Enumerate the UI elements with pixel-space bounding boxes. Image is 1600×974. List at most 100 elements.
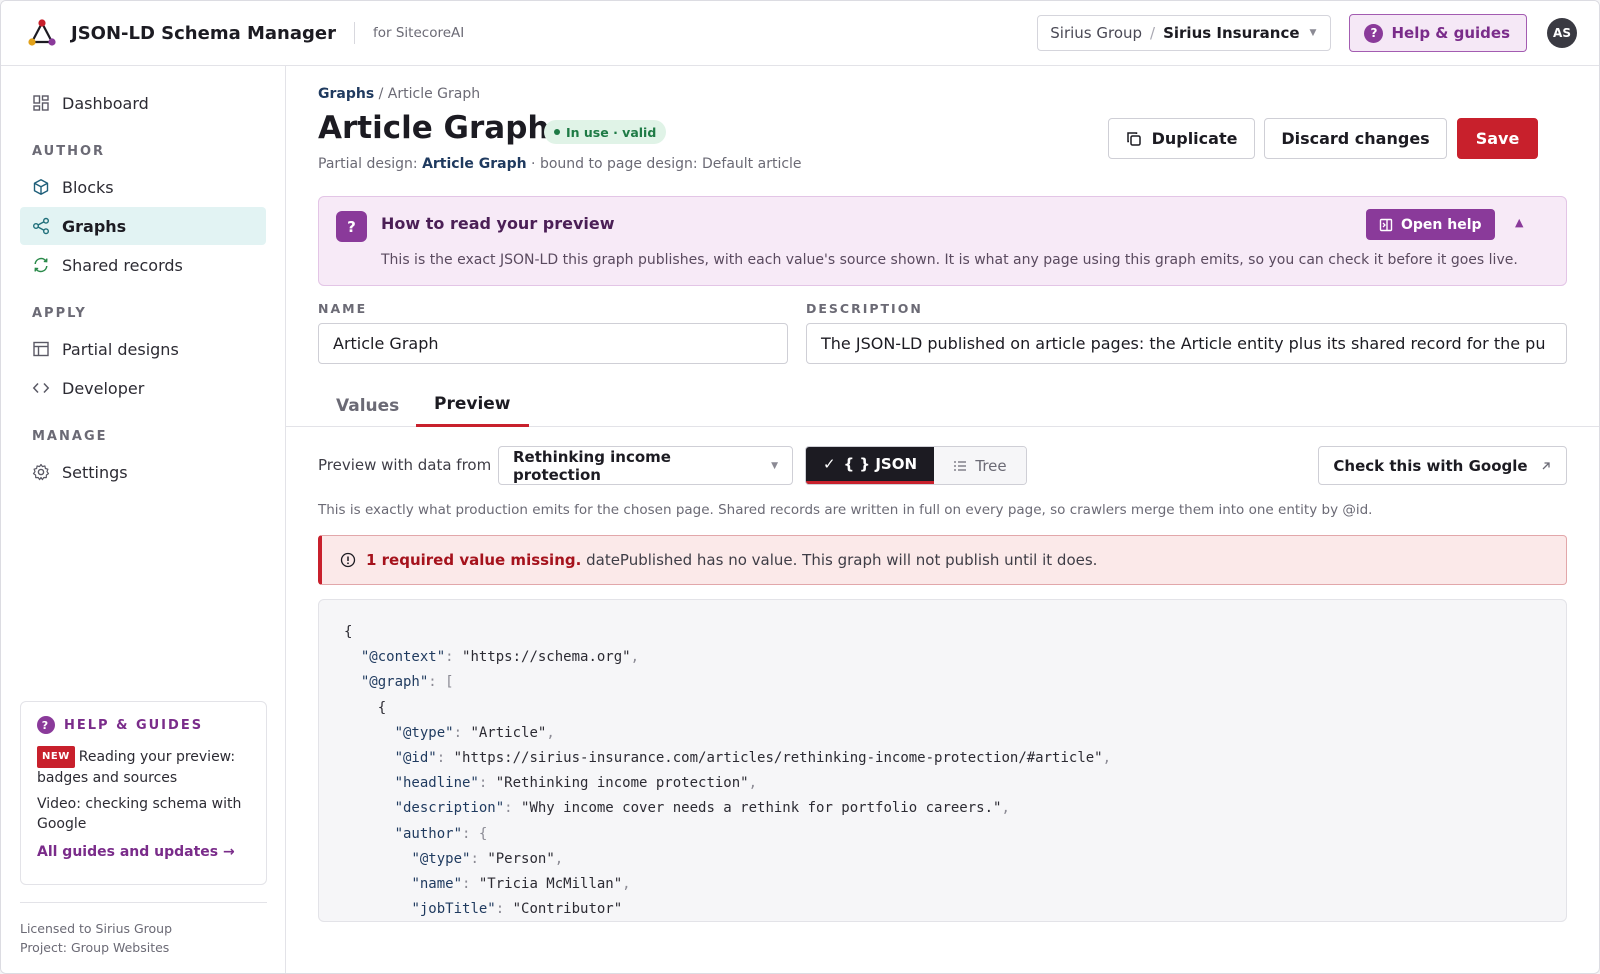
preview-page-select[interactable]: Rethinking income protection ▼ bbox=[498, 446, 793, 485]
breadcrumb-separator: / bbox=[374, 86, 388, 102]
code-line: "author": { bbox=[394, 825, 488, 842]
sidebar-item-label: Graphs bbox=[62, 216, 127, 236]
code-line: "headline": "Rethinking income protectio… bbox=[394, 775, 758, 792]
top-bar: JSON-LD Schema Manager for SitecoreAI Si… bbox=[1, 1, 1599, 66]
project-text: Project: Group Websites bbox=[20, 940, 170, 955]
tab-bar: Values Preview bbox=[286, 384, 1599, 427]
json-code-preview[interactable]: { "@context": "https://schema.org", "@gr… bbox=[318, 599, 1567, 922]
question-icon: ? bbox=[1364, 23, 1384, 43]
license-text: Licensed to Sirius Group bbox=[20, 921, 173, 936]
page-title: Article Graph bbox=[318, 110, 550, 146]
site-name: Sirius Insurance bbox=[1163, 24, 1300, 42]
check-icon: ✓ bbox=[822, 455, 836, 473]
code-line: "@type": "Article", bbox=[394, 724, 555, 741]
code-line: { bbox=[344, 624, 353, 640]
preview-note: This is exactly what production emits fo… bbox=[318, 502, 1373, 518]
discard-changes-button[interactable]: Discard changes bbox=[1264, 118, 1447, 159]
cube-icon bbox=[33, 179, 49, 195]
partial-design-link[interactable]: Article Graph bbox=[422, 156, 527, 172]
status-text: In use · valid bbox=[566, 124, 657, 140]
guides-heading: ? HELP & GUIDES bbox=[37, 716, 250, 734]
sidebar-item-label: Dashboard bbox=[62, 93, 149, 113]
sidebar: Dashboard AUTHOR Blocks Graphs Shared re… bbox=[1, 66, 286, 973]
banner-title: How to read your preview bbox=[381, 214, 615, 233]
guide-item-preview[interactable]: NEW Reading your preview: badges and sour… bbox=[37, 746, 250, 788]
open-help-button[interactable]: Open help bbox=[1366, 209, 1495, 240]
layout-icon bbox=[33, 341, 49, 357]
status-dot-icon bbox=[554, 129, 560, 135]
sidebar-item-blocks[interactable]: Blocks bbox=[20, 168, 266, 206]
code-line: "jobTitle": "Contributor" bbox=[411, 901, 623, 918]
section-author: AUTHOR bbox=[32, 144, 106, 159]
name-field[interactable]: Article Graph bbox=[318, 323, 788, 364]
description-field[interactable]: The JSON-LD published on article pages: … bbox=[806, 323, 1567, 364]
sidebar-item-settings[interactable]: Settings bbox=[20, 453, 266, 491]
breadcrumb-graphs[interactable]: Graphs bbox=[318, 86, 374, 102]
copy-icon bbox=[1126, 131, 1141, 146]
banner-body: This is the exact JSON-LD this graph pub… bbox=[381, 252, 1518, 268]
product-label: for SitecoreAI bbox=[373, 25, 465, 41]
guides-title: HELP & GUIDES bbox=[64, 717, 204, 733]
view-toggle: ✓ { } JSON Tree bbox=[805, 446, 1027, 485]
list-icon bbox=[954, 460, 967, 471]
tab-preview[interactable]: Preview bbox=[416, 384, 529, 427]
duplicate-button[interactable]: Duplicate bbox=[1108, 118, 1255, 159]
app-window: JSON-LD Schema Manager for SitecoreAI Si… bbox=[0, 0, 1600, 974]
missing-value-alert: 1 required value missing. datePublished … bbox=[318, 535, 1567, 585]
code-line: "name": "Tricia McMillan", bbox=[411, 875, 631, 892]
sidebar-footer: Licensed to Sirius Group Project: Group … bbox=[20, 902, 267, 957]
question-icon: ? bbox=[336, 211, 367, 242]
sync-icon bbox=[34, 257, 48, 273]
share-graph-icon bbox=[33, 217, 49, 235]
app-logo-icon bbox=[28, 19, 56, 46]
sidebar-item-partial-designs[interactable]: Partial designs bbox=[20, 330, 266, 368]
json-view-button[interactable]: ✓ { } JSON bbox=[806, 447, 934, 484]
question-icon: ? bbox=[37, 716, 55, 734]
code-line: "description": "Why income cover needs a… bbox=[394, 800, 1010, 817]
breadcrumb-current: Article Graph bbox=[387, 86, 481, 102]
tree-view-label: Tree bbox=[975, 456, 1007, 475]
all-guides-link[interactable]: All guides and updates → bbox=[37, 844, 250, 860]
section-manage: MANAGE bbox=[32, 429, 108, 444]
user-avatar[interactable]: AS bbox=[1547, 18, 1577, 48]
sidebar-item-label: Partial designs bbox=[62, 339, 179, 359]
alert-title: 1 required value missing. bbox=[366, 551, 582, 569]
site-group: Sirius Group bbox=[1050, 24, 1143, 42]
code-line: "@id": "https://sirius-insurance.com/art… bbox=[394, 749, 1112, 766]
code-line: { bbox=[344, 699, 387, 716]
sidebar-item-label: Developer bbox=[62, 378, 145, 398]
help-guides-label: Help & guides bbox=[1391, 24, 1510, 42]
chevron-down-icon: ▼ bbox=[771, 460, 778, 471]
help-guides-card: ? HELP & GUIDES NEW Reading your preview:… bbox=[20, 701, 267, 885]
code-line: "@type": "Person", bbox=[411, 850, 564, 867]
sidebar-item-shared-records[interactable]: Shared records bbox=[20, 246, 266, 284]
alert-circle-icon bbox=[340, 552, 356, 568]
dashboard-icon bbox=[33, 95, 49, 111]
collapse-triangle-icon[interactable]: ▲ bbox=[1515, 216, 1523, 229]
site-selector[interactable]: Sirius Group / Sirius Insurance ▼ bbox=[1037, 15, 1332, 51]
check-with-google-button[interactable]: Check this with Google bbox=[1318, 446, 1567, 485]
guide-item-video[interactable]: Video: checking schema with Google bbox=[37, 794, 250, 834]
sidebar-item-dashboard[interactable]: Dashboard bbox=[20, 84, 266, 122]
tree-view-button[interactable]: Tree bbox=[934, 447, 1026, 484]
how-to-read-banner: ? How to read your preview This is the e… bbox=[318, 196, 1567, 286]
sidebar-item-developer[interactable]: Developer bbox=[20, 369, 266, 407]
sidebar-item-label: Settings bbox=[62, 462, 128, 482]
app-title: JSON-LD Schema Manager bbox=[71, 22, 336, 44]
json-view-label: { } JSON bbox=[843, 455, 918, 473]
code-line: "@graph": [ bbox=[360, 674, 454, 691]
tab-values[interactable]: Values bbox=[336, 384, 399, 427]
panel-icon bbox=[1379, 218, 1393, 231]
help-guides-button[interactable]: ? Help & guides bbox=[1349, 14, 1527, 52]
sidebar-item-label: Shared records bbox=[62, 255, 183, 275]
save-button[interactable]: Save bbox=[1457, 118, 1538, 159]
sidebar-item-graphs[interactable]: Graphs bbox=[20, 207, 266, 245]
google-button-label: Check this with Google bbox=[1333, 456, 1528, 475]
title-divider bbox=[354, 22, 355, 44]
preview-data-label: Preview with data from bbox=[318, 456, 492, 474]
page-subtitle: Partial design: Article Graph · bound to… bbox=[318, 156, 802, 172]
alert-message: datePublished has no value. This graph w… bbox=[586, 551, 1098, 569]
breadcrumb: Graphs / Article Graph bbox=[318, 86, 480, 102]
description-label: DESCRIPTION bbox=[806, 301, 923, 316]
name-label: NAME bbox=[318, 301, 368, 316]
